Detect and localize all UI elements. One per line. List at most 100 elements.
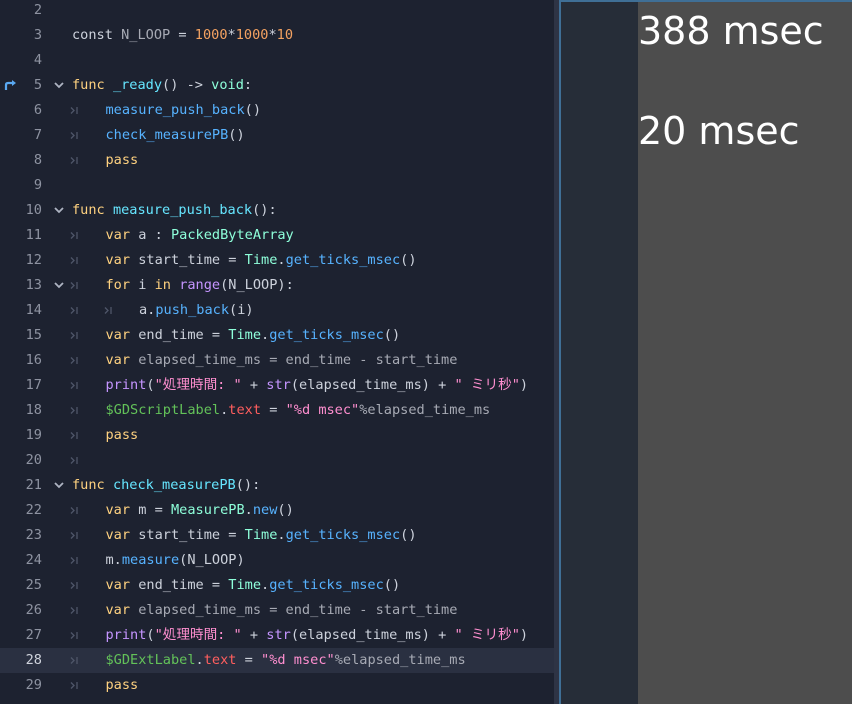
code-line[interactable]: 15 var end_time = Time.get_ticks_msec() bbox=[0, 323, 554, 348]
code-text: const N_LOOP = 1000*1000*10 bbox=[72, 23, 293, 48]
chevron-down-icon[interactable] bbox=[52, 473, 66, 498]
code-line[interactable]: 29 pass bbox=[0, 673, 554, 698]
code-line[interactable]: 17 print("処理時間: " + str(elapsed_time_ms) … bbox=[0, 373, 554, 398]
code-text: var m = MeasurePB.new() bbox=[106, 498, 294, 523]
code-token: " ミリ秒" bbox=[454, 376, 520, 393]
line-number: 11 bbox=[25, 226, 42, 243]
code-line[interactable]: 26 var elapsed_time_ms = end_time - start… bbox=[0, 598, 554, 623]
code-token: PackedByteArray bbox=[170, 226, 294, 243]
code-token: text bbox=[203, 651, 237, 668]
code-line[interactable]: 24 m.measure(N_LOOP) bbox=[0, 548, 554, 573]
code-line[interactable]: 3 const N_LOOP = 1000*1000*10 bbox=[0, 23, 554, 48]
code-line[interactable]: 22 var m = MeasurePB.new() bbox=[0, 498, 554, 523]
code-line[interactable]: 28 $GDExtLabel.text = "%d msec"%elapsed_t… bbox=[0, 647, 554, 673]
code-editor[interactable]: 2 3 const N_LOOP = 1000*1000*10 4 5 func _rea… bbox=[0, 0, 554, 704]
code-token: MeasurePB bbox=[170, 501, 245, 518]
tab-indent-icon bbox=[68, 248, 82, 273]
tab-indent-icon bbox=[68, 373, 82, 398]
line-number: 12 bbox=[25, 251, 42, 268]
code-text: pass bbox=[106, 673, 139, 698]
code-token: new bbox=[252, 501, 278, 518]
line-number: 24 bbox=[25, 551, 42, 568]
code-token: ) bbox=[519, 626, 529, 643]
code-token: var bbox=[105, 501, 131, 518]
code-line[interactable]: 11 var a : PackedByteArray bbox=[0, 223, 554, 248]
line-number: 23 bbox=[25, 526, 42, 543]
code-line[interactable]: 14 a.push_back(i) bbox=[0, 298, 554, 323]
code-text: func _ready() -> void: bbox=[72, 73, 252, 98]
code-token: "処理時間: " bbox=[154, 376, 242, 393]
code-token: str bbox=[266, 376, 291, 393]
code-text: m.measure(N_LOOP) bbox=[106, 548, 245, 573]
chevron-down-icon[interactable] bbox=[52, 198, 66, 223]
code-line[interactable]: 18 $GDScriptLabel.text = "%d msec"%elapse… bbox=[0, 398, 554, 423]
code-line[interactable]: 21 func check_measurePB(): bbox=[0, 473, 554, 498]
code-token: end_time = bbox=[130, 576, 229, 593]
code-token: () bbox=[228, 126, 245, 143]
code-token: var bbox=[105, 526, 131, 543]
code-token: = bbox=[261, 401, 286, 418]
code-token: . bbox=[261, 326, 270, 343]
code-text: var start_time = Time.get_ticks_msec() bbox=[106, 523, 417, 548]
chevron-down-icon[interactable] bbox=[52, 273, 66, 298]
code-token: ( bbox=[146, 376, 155, 393]
code-line[interactable]: 6 measure_push_back() bbox=[0, 98, 554, 123]
tab-indent-icon bbox=[68, 498, 82, 523]
code-token: print bbox=[105, 626, 147, 643]
line-number: 21 bbox=[25, 476, 42, 493]
code-line[interactable]: 8 pass bbox=[0, 148, 554, 173]
tab-indent-icon bbox=[68, 673, 82, 698]
tab-indent-icon bbox=[68, 98, 82, 123]
code-token: get_ticks_msec bbox=[285, 526, 401, 543]
tab-indent-icon bbox=[68, 123, 82, 148]
code-line[interactable]: 7 check_measurePB() bbox=[0, 123, 554, 148]
code-token: (N_LOOP): bbox=[220, 276, 294, 293]
code-token: m. bbox=[105, 551, 122, 568]
code-line[interactable]: 9 bbox=[0, 173, 554, 198]
code-token: m = bbox=[130, 501, 171, 518]
line-number: 20 bbox=[25, 451, 42, 468]
line-number: 14 bbox=[25, 301, 42, 318]
code-token: . bbox=[195, 651, 204, 668]
tab-indent-icon bbox=[68, 623, 82, 648]
code-line[interactable]: 4 bbox=[0, 48, 554, 73]
code-token: Time bbox=[228, 326, 262, 343]
line-number: 19 bbox=[25, 426, 42, 443]
line-number: 18 bbox=[25, 401, 42, 418]
tab-indent-icon bbox=[68, 423, 82, 448]
code-text: var start_time = Time.get_ticks_msec() bbox=[106, 248, 417, 273]
gdext-label: 20 msec bbox=[638, 109, 800, 153]
tab-indent-icon bbox=[68, 298, 82, 323]
code-line[interactable]: 27 print("処理時間: " + str(elapsed_time_ms) … bbox=[0, 623, 554, 648]
code-token: text bbox=[228, 401, 262, 418]
code-token: 1000 bbox=[235, 26, 269, 43]
code-token: $GDScriptLabel bbox=[105, 401, 221, 418]
code-token: "%d msec" bbox=[261, 651, 335, 668]
code-token: Time bbox=[244, 251, 278, 268]
tab-indent-icon bbox=[68, 523, 82, 548]
code-token: %elapsed_time_ms bbox=[334, 651, 466, 668]
code-line[interactable]: 19 pass bbox=[0, 423, 554, 448]
tab-indent-icon bbox=[68, 323, 82, 348]
code-line[interactable]: 12 var start_time = Time.get_ticks_msec() bbox=[0, 248, 554, 273]
code-token: () bbox=[244, 101, 262, 118]
code-line[interactable]: 16 var elapsed_time_ms = end_time - start… bbox=[0, 348, 554, 373]
code-line[interactable]: 2 bbox=[0, 0, 554, 23]
code-text: var end_time = Time.get_ticks_msec() bbox=[106, 573, 401, 598]
code-token: () bbox=[400, 251, 417, 268]
code-token: measure_push_back bbox=[112, 201, 253, 218]
code-token: () bbox=[383, 326, 401, 343]
code-line[interactable]: 10 func measure_push_back(): bbox=[0, 198, 554, 223]
code-line[interactable]: 5 func _ready() -> void: bbox=[0, 73, 554, 98]
code-line[interactable]: 20 bbox=[0, 448, 554, 473]
code-token: pass bbox=[105, 151, 139, 168]
code-line[interactable]: 23 var start_time = Time.get_ticks_msec() bbox=[0, 523, 554, 548]
chevron-down-icon[interactable] bbox=[52, 73, 66, 98]
code-token: : bbox=[243, 76, 253, 93]
code-token: elapsed_time_ms = end_time - start_time bbox=[130, 601, 458, 618]
code-line[interactable]: 25 var end_time = Time.get_ticks_msec() bbox=[0, 573, 554, 598]
code-token: get_ticks_msec bbox=[269, 576, 384, 593]
code-line[interactable]: 13 for i in range(N_LOOP): bbox=[0, 273, 554, 298]
